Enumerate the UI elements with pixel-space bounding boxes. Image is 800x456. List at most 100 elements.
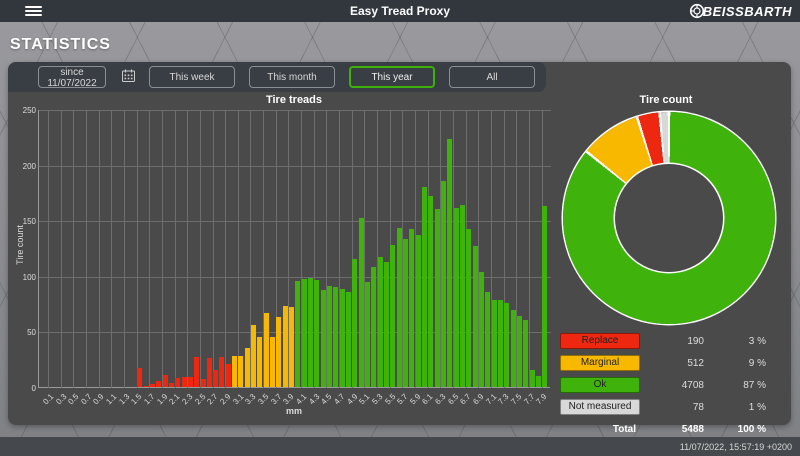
histogram-bar-1.7mm: [150, 384, 155, 387]
v-gridline: [529, 110, 530, 388]
histogram-bar-7.0mm: [485, 292, 490, 387]
calendar-icon[interactable]: [122, 69, 135, 85]
h-gridline: [39, 166, 551, 167]
histogram-bar-1.5mm: [137, 368, 142, 387]
legend-chip-marginal[interactable]: Marginal: [560, 355, 640, 371]
v-gridline: [213, 110, 214, 388]
histogram-bar-2.9mm: [226, 364, 231, 387]
donut-hole: [615, 164, 723, 272]
histogram-bar-3.7mm: [276, 317, 281, 387]
histogram-bar-6.3mm: [441, 181, 446, 387]
histogram-bar-3.0mm: [232, 356, 237, 387]
histogram-bar-7.6mm: [523, 320, 528, 387]
v-gridline: [73, 110, 74, 388]
legend-chip-replace[interactable]: Replace: [560, 333, 640, 349]
y-tick-label: 50: [6, 328, 36, 337]
histogram-bar-4.1mm: [302, 279, 307, 387]
histogram-bar-7.8mm: [536, 376, 541, 387]
histogram-bar-4.3mm: [314, 280, 319, 387]
y-tick-label: 0: [6, 384, 36, 393]
histogram-bar-4.4mm: [321, 290, 326, 387]
app-title: Easy Tread Proxy: [0, 4, 800, 18]
bar-chart-title: Tire treads: [38, 94, 550, 106]
histogram-bar-6.4mm: [447, 139, 452, 387]
brand-name: BEISSBARTH: [703, 4, 792, 19]
legend-count: 78: [640, 402, 708, 413]
histogram-bar-4.6mm: [333, 287, 338, 387]
histogram-bar-4.9mm: [352, 259, 357, 387]
histogram-bar-3.8mm: [283, 306, 288, 387]
bar-plot: 050100150200250: [38, 110, 550, 388]
histogram-bar-2.5mm: [201, 379, 206, 387]
bar-chart-y-axis-label: Tire count: [15, 175, 25, 315]
donut-chart: [563, 112, 775, 324]
v-gridline: [200, 110, 201, 388]
histogram-bar-6.0mm: [422, 187, 427, 387]
legend-percent: 1 %: [708, 402, 770, 413]
histogram-bar-3.9mm: [289, 307, 294, 387]
histogram-bar-3.3mm: [251, 325, 256, 387]
legend-chip-not_measured[interactable]: Not measured: [560, 399, 640, 415]
legend-percent: 3 %: [708, 336, 770, 347]
histogram-bar-4.7mm: [340, 289, 345, 387]
histogram-bar-2.3mm: [188, 377, 193, 387]
y-tick-label: 150: [6, 217, 36, 226]
histogram-bar-4.2mm: [308, 278, 313, 387]
legend-chip-ok[interactable]: Ok: [560, 377, 640, 393]
v-gridline: [225, 110, 226, 388]
histogram-bar-7.4mm: [511, 310, 516, 387]
histogram-bar-6.7mm: [466, 229, 471, 387]
filter-bar: since 11/07/2022 This week This month Th…: [8, 62, 546, 92]
histogram-bar-5.6mm: [397, 228, 402, 387]
page-title: STATISTICS: [10, 36, 111, 54]
histogram-bar-7.9mm: [542, 206, 547, 387]
since-date-button[interactable]: since 11/07/2022: [38, 66, 106, 88]
histogram-bar-5.9mm: [416, 235, 421, 387]
top-bar: Easy Tread Proxy BEISSBARTH: [0, 0, 800, 22]
legend-row-replace: Replace1903 %: [560, 332, 775, 350]
histogram-bar-6.2mm: [435, 209, 440, 387]
legend-row-not_measured: Not measured781 %: [560, 398, 775, 416]
filter-this-month[interactable]: This month: [249, 66, 335, 88]
legend-count: 512: [640, 358, 708, 369]
histogram-bar-5.0mm: [359, 218, 364, 387]
legend-total-label: Total: [560, 424, 640, 435]
v-gridline: [48, 110, 49, 388]
histogram-bar-6.8mm: [473, 246, 478, 387]
histogram-bar-2.1mm: [175, 378, 180, 387]
histogram-bar-3.2mm: [245, 348, 250, 387]
histogram-bar-5.3mm: [378, 257, 383, 387]
v-gridline: [124, 110, 125, 388]
legend-count: 190: [640, 336, 708, 347]
histogram-bar-6.5mm: [454, 208, 459, 387]
histogram-bar-7.2mm: [498, 300, 503, 387]
histogram-bar-2.4mm: [194, 357, 199, 387]
filter-this-year[interactable]: This year: [349, 66, 435, 88]
histogram-bar-7.7mm: [530, 370, 535, 387]
histogram-bar-4.0mm: [295, 281, 300, 387]
v-gridline: [238, 110, 239, 388]
v-gridline: [187, 110, 188, 388]
legend-total-percent: 100 %: [708, 424, 770, 435]
filter-this-week[interactable]: This week: [149, 66, 235, 88]
histogram-bar-7.1mm: [492, 300, 497, 387]
footer-bar: 11/07/2022, 15:57:19 +0200: [0, 437, 800, 456]
histogram-bar-5.1mm: [365, 282, 370, 387]
legend-row-marginal: Marginal5129 %: [560, 354, 775, 372]
histogram-bar-3.1mm: [238, 356, 243, 387]
histogram-bar-5.2mm: [371, 267, 376, 387]
v-gridline: [162, 110, 163, 388]
v-gridline: [175, 110, 176, 388]
y-tick-label: 200: [6, 162, 36, 171]
brand-logo: BEISSBARTH: [688, 0, 792, 22]
h-gridline: [39, 110, 551, 111]
v-gridline: [61, 110, 62, 388]
x-tick-label: 7.9: [535, 392, 549, 406]
legend-total-count: 5488: [640, 424, 708, 435]
histogram-bar-7.3mm: [504, 303, 509, 388]
histogram-bar-6.6mm: [460, 205, 465, 387]
histogram-bar-5.4mm: [384, 262, 389, 387]
filter-all[interactable]: All: [449, 66, 535, 88]
histogram-bar-2.8mm: [219, 357, 224, 387]
legend-count: 4708: [640, 380, 708, 391]
